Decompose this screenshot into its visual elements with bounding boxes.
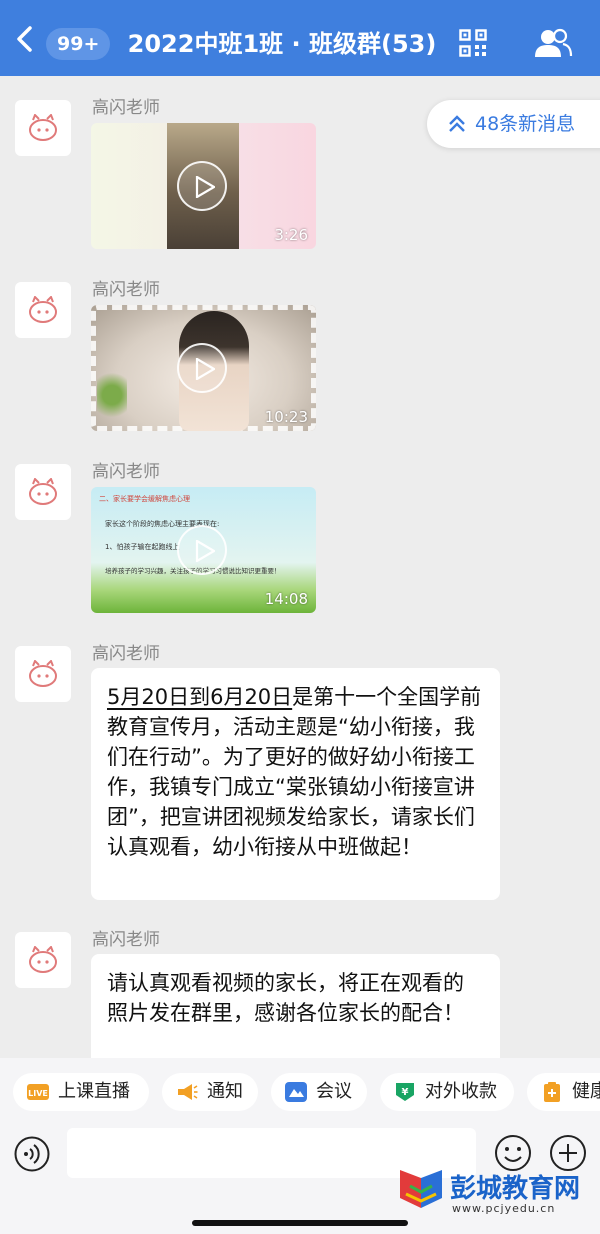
megaphone-icon — [178, 1084, 198, 1100]
video-duration: 14:08 — [264, 590, 308, 608]
video-message[interactable]: 10:23 — [91, 305, 316, 431]
payment-button[interactable]: ¥ 对外收款 — [380, 1073, 514, 1111]
play-button[interactable] — [177, 161, 227, 211]
sender-avatar[interactable] — [15, 464, 71, 520]
message-text: 请认真观看视频的家长，将正在观看的照片发在群里，感谢各位家长的配合！ — [107, 971, 464, 1025]
live-icon: LIVE — [27, 1084, 49, 1100]
live-class-label: 上课直播 — [58, 1081, 130, 1102]
watermark-logo — [400, 1170, 442, 1208]
sender-avatar[interactable] — [15, 932, 71, 988]
slide-heading: 二、家长要学会缓解焦虑心理 — [99, 495, 190, 503]
plus-icon[interactable] — [549, 1134, 587, 1172]
unread-count-badge[interactable]: 99+ — [46, 28, 111, 60]
watermark-name: 彭城教育网 — [450, 1174, 581, 1204]
sender-avatar[interactable] — [15, 100, 71, 156]
pig-face-icon — [29, 114, 57, 141]
live-class-button[interactable]: LIVE 上课直播 — [13, 1073, 149, 1111]
pig-face-icon — [29, 478, 57, 505]
text-message-bubble[interactable]: 5月20日到6月20日是第十一个全国学前教育宣传月，活动主题是“幼小衔接，我们在… — [91, 668, 500, 900]
play-button[interactable] — [177, 525, 227, 575]
svg-text:LIVE: LIVE — [28, 1089, 48, 1098]
sender-name: 高闪老师 — [92, 280, 160, 300]
play-button[interactable] — [177, 343, 227, 393]
health-label: 健康 — [572, 1081, 600, 1102]
input-toolbar: LIVE 上课直播 通知 会议 ¥ 对外收款 健康 彭城教育网 www.pcjy… — [0, 1058, 600, 1234]
svg-text:¥: ¥ — [402, 1087, 409, 1098]
sender-name: 高闪老师 — [92, 462, 160, 482]
qr-code-icon[interactable] — [459, 29, 487, 57]
play-icon — [195, 358, 215, 380]
new-messages-label: 48条新消息 — [475, 113, 576, 135]
meeting-label: 会议 — [316, 1081, 352, 1102]
back-arrow-icon[interactable] — [10, 24, 40, 54]
sender-name: 高闪老师 — [92, 644, 160, 664]
sender-name: 高闪老师 — [92, 98, 160, 118]
pig-face-icon — [29, 946, 57, 973]
video-duration: 10:23 — [264, 408, 308, 426]
video-message[interactable]: 3:26 — [91, 123, 316, 249]
voice-input-icon[interactable] — [14, 1136, 50, 1172]
home-indicator[interactable] — [192, 1220, 408, 1226]
notice-button[interactable]: 通知 — [162, 1073, 258, 1111]
sender-avatar[interactable] — [15, 646, 71, 702]
play-icon — [195, 540, 215, 562]
meeting-icon — [285, 1082, 307, 1102]
video-message[interactable]: 二、家长要学会缓解焦虑心理 家长这个阶段的焦虑心理主要表现在: 1、怕孩子输在起… — [91, 487, 316, 613]
site-watermark: 彭城教育网 www.pcjyedu.cn — [396, 1168, 586, 1228]
new-messages-pill[interactable]: 48条新消息 — [427, 100, 600, 148]
slide-line: 1、怕孩子输在起跑线上 — [105, 543, 180, 551]
payment-label: 对外收款 — [425, 1081, 497, 1102]
chat-header: 99+ 2022中班1班 · 班级群(53) — [0, 0, 600, 76]
health-icon — [544, 1082, 560, 1102]
plant-decoration — [97, 367, 127, 423]
emoji-icon[interactable] — [494, 1134, 532, 1172]
pig-face-icon — [29, 296, 57, 323]
health-button[interactable]: 健康 — [527, 1073, 600, 1111]
double-chevron-up-icon — [449, 115, 465, 132]
sender-name: 高闪老师 — [92, 930, 160, 950]
chat-title: 2022中班1班 · 班级群(53) — [127, 30, 437, 58]
video-duration: 3:26 — [274, 226, 308, 244]
payment-icon: ¥ — [396, 1083, 414, 1101]
play-icon — [195, 176, 215, 198]
watermark-url: www.pcjyedu.cn — [452, 1202, 556, 1215]
notice-label: 通知 — [207, 1081, 243, 1102]
date-link[interactable]: 5月20日到6月20日 — [107, 685, 292, 709]
pig-face-icon — [29, 660, 57, 687]
message-text: 是第十一个全国学前教育宣传月，活动主题是“幼小衔接，我们在行动”。为了更好的做好… — [107, 685, 482, 859]
group-members-icon[interactable] — [533, 28, 573, 58]
meeting-button[interactable]: 会议 — [271, 1073, 367, 1111]
sender-avatar[interactable] — [15, 282, 71, 338]
